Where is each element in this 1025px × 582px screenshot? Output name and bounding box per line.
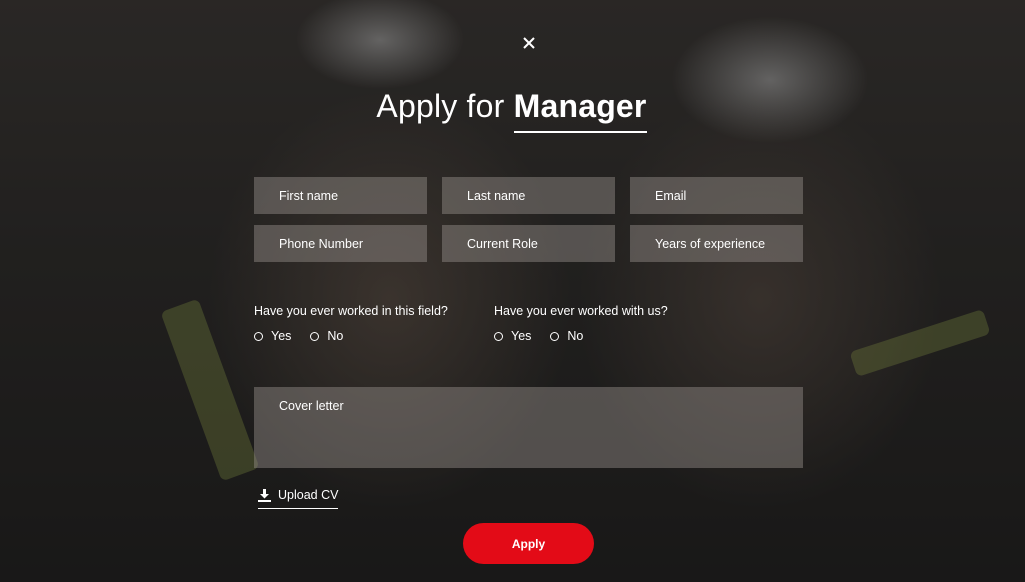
email-field[interactable] <box>630 177 803 214</box>
apply-button[interactable]: Apply <box>463 523 594 564</box>
close-icon <box>523 37 535 49</box>
radio-label: Yes <box>271 329 292 343</box>
phone-number-field[interactable] <box>254 225 427 262</box>
first-name-field[interactable] <box>254 177 427 214</box>
radio-label: No <box>567 329 584 343</box>
radio-yes-worked-with-us[interactable]: Yes <box>494 329 531 343</box>
years-experience-field[interactable] <box>630 225 803 262</box>
radio-group-worked-with-us: Yes No <box>494 329 602 343</box>
radio-circle-icon <box>494 331 503 341</box>
current-role-field[interactable] <box>442 225 615 262</box>
radio-no-worked-in-field[interactable]: No <box>310 329 343 343</box>
cover-letter-field[interactable] <box>254 387 803 468</box>
radio-label: No <box>327 329 344 343</box>
close-button[interactable] <box>519 33 539 53</box>
radio-group-worked-in-field: Yes No <box>254 329 362 343</box>
radio-yes-worked-in-field[interactable]: Yes <box>254 329 291 343</box>
title-prefix: Apply for <box>376 88 505 124</box>
question-worked-with-us: Have you ever worked with us? <box>494 304 668 318</box>
download-icon <box>258 488 271 502</box>
last-name-field[interactable] <box>442 177 615 214</box>
upload-cv-button[interactable]: Upload CV <box>258 488 339 509</box>
radio-circle-icon <box>550 331 560 341</box>
page-title: Apply for Manager <box>0 88 1025 133</box>
radio-circle-icon <box>254 331 263 341</box>
radio-label: Yes <box>511 329 532 343</box>
title-role: Manager <box>513 88 647 133</box>
radio-no-worked-with-us[interactable]: No <box>550 329 583 343</box>
radio-circle-icon <box>310 331 320 341</box>
question-worked-in-field: Have you ever worked in this field? <box>254 304 448 318</box>
upload-cv-label: Upload CV <box>278 488 339 502</box>
